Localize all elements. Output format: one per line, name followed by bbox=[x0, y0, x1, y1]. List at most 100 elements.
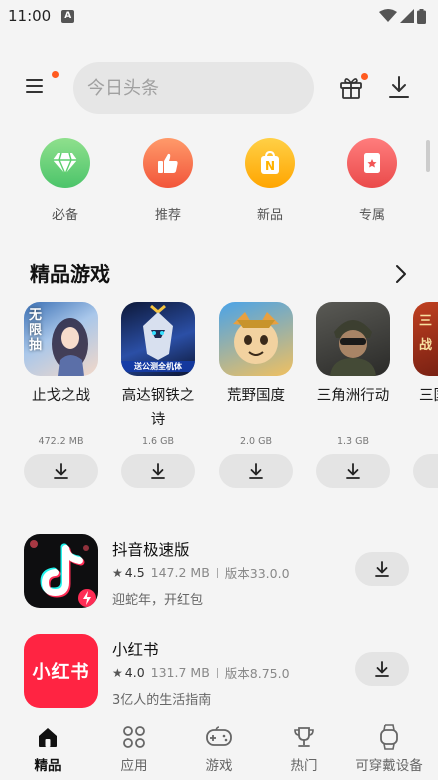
app-description: 迎蛇年，开红包 bbox=[112, 593, 204, 608]
download-button[interactable] bbox=[316, 454, 390, 488]
signal-icon bbox=[400, 9, 414, 23]
category-label: 必备 bbox=[51, 208, 78, 223]
game-card[interactable]: 送公测全机体 高达钢铁之诗 1.6 GB bbox=[121, 302, 195, 488]
search-input[interactable] bbox=[87, 77, 312, 99]
gamepad-icon bbox=[206, 726, 232, 746]
game-artwork bbox=[330, 320, 376, 376]
status-indicator: A bbox=[61, 9, 75, 23]
category-icon-bg: N bbox=[245, 138, 295, 188]
game-icon-text: 三战 bbox=[419, 314, 433, 353]
nav-wearables[interactable]: 可穿戴设备 bbox=[349, 724, 429, 774]
app-icon-text: 小红书 bbox=[32, 662, 90, 683]
game-name: 三国 bbox=[419, 388, 438, 404]
game-size: 2.0 GB bbox=[239, 436, 272, 447]
category-icon-bg bbox=[143, 138, 193, 188]
download-button[interactable] bbox=[355, 652, 409, 686]
app-icon bbox=[24, 534, 98, 608]
tiktok-logo bbox=[30, 540, 96, 607]
nav-label: 应用 bbox=[120, 758, 148, 774]
watch-icon bbox=[380, 724, 398, 750]
app-size: 131.7 MB bbox=[150, 665, 210, 680]
app-version: 版本33.0.0 bbox=[224, 566, 290, 581]
game-card[interactable]: 荒野国度 2.0 GB bbox=[219, 302, 293, 488]
download-icon bbox=[375, 661, 389, 677]
category-new[interactable]: N 新品 bbox=[230, 138, 310, 223]
download-button[interactable] bbox=[413, 454, 438, 488]
gift-button[interactable] bbox=[338, 73, 368, 102]
game-artwork bbox=[233, 312, 279, 364]
star-card-icon bbox=[364, 153, 380, 173]
download-button[interactable] bbox=[355, 552, 409, 586]
game-name: 荒野国度 bbox=[227, 388, 285, 404]
category-label: 推荐 bbox=[154, 208, 181, 223]
star-icon: ★ bbox=[112, 665, 123, 680]
category-exclusive[interactable]: 专属 bbox=[332, 138, 412, 223]
gift-icon bbox=[340, 78, 362, 99]
game-icon bbox=[316, 302, 390, 376]
scroll-indicator bbox=[426, 140, 430, 172]
diamond-icon bbox=[53, 152, 77, 175]
home-icon bbox=[39, 728, 57, 747]
app-icon: 小红书 bbox=[24, 634, 98, 708]
download-button[interactable] bbox=[24, 454, 98, 488]
section-title: 精品游戏 bbox=[30, 262, 110, 286]
game-name: 高达钢铁之诗 bbox=[121, 388, 195, 428]
category-essential[interactable]: 必备 bbox=[25, 138, 105, 223]
nav-apps[interactable]: 应用 bbox=[94, 724, 174, 774]
game-card[interactable]: 无限抽 止戈之战 472.2 MB bbox=[24, 302, 98, 488]
menu-button[interactable] bbox=[22, 71, 59, 102]
app-rating: 4.0 bbox=[124, 665, 145, 680]
app-size: 147.2 MB bbox=[150, 565, 210, 580]
apps-grid-icon bbox=[123, 726, 145, 748]
app-meta: ★ 4.0 131.7 MB 版本8.75.0 bbox=[112, 663, 290, 682]
nav-label: 游戏 bbox=[205, 758, 233, 774]
app-name: 小红书 bbox=[112, 641, 159, 659]
new-bag-icon: N bbox=[261, 151, 279, 174]
divider bbox=[216, 567, 218, 578]
app-rating: 4.5 bbox=[124, 565, 145, 580]
app-version: 版本8.75.0 bbox=[224, 666, 290, 681]
game-card[interactable]: 三战 三国 bbox=[413, 302, 438, 492]
app-meta: ★ 4.5 147.2 MB 版本33.0.0 bbox=[112, 563, 290, 582]
game-icon bbox=[219, 302, 293, 376]
chevron-right-icon bbox=[396, 265, 406, 283]
category-label: 新品 bbox=[256, 208, 283, 223]
top-bar bbox=[0, 62, 438, 114]
nav-label: 可穿戴设备 bbox=[355, 758, 423, 774]
nav-featured[interactable]: 精品 bbox=[8, 724, 88, 774]
section-more-button[interactable] bbox=[393, 263, 409, 285]
game-card[interactable]: 三角洲行动 1.3 GB bbox=[316, 302, 390, 488]
app-row[interactable]: 抖音极速版 ★ 4.5 147.2 MB 版本33.0.0 迎蛇年，开红包 bbox=[0, 534, 438, 614]
download-button[interactable] bbox=[121, 454, 195, 488]
status-icons bbox=[379, 8, 426, 24]
nav-games[interactable]: 游戏 bbox=[179, 724, 259, 774]
category-recommended[interactable]: 推荐 bbox=[128, 138, 208, 223]
game-size: 1.3 GB bbox=[336, 436, 369, 447]
menu-icon bbox=[26, 79, 43, 93]
nav-label: 热门 bbox=[290, 758, 318, 774]
game-size: 472.2 MB bbox=[38, 436, 84, 447]
download-manager-button[interactable] bbox=[386, 74, 412, 102]
download-button[interactable] bbox=[219, 454, 293, 488]
app-row[interactable]: 小红书 小红书 ★ 4.0 131.7 MB 版本8.75.0 3亿人的生活指南 bbox=[0, 634, 438, 714]
search-box[interactable] bbox=[73, 62, 314, 114]
game-size: 1.6 GB bbox=[141, 436, 174, 447]
gift-badge bbox=[361, 73, 368, 80]
download-icon bbox=[375, 561, 389, 577]
bottom-nav: 精品 应用 游戏 热门 可穿戴设备 bbox=[0, 718, 438, 780]
star-icon: ★ bbox=[112, 565, 123, 580]
thumbs-up-icon bbox=[158, 153, 178, 173]
download-icon bbox=[249, 463, 263, 479]
trophy-icon bbox=[294, 727, 314, 747]
category-icon-bg bbox=[347, 138, 397, 188]
nav-popular[interactable]: 热门 bbox=[264, 724, 344, 774]
game-icon-text: 无限抽 bbox=[29, 308, 43, 353]
game-name: 三角洲行动 bbox=[316, 388, 390, 404]
app-description: 3亿人的生活指南 bbox=[112, 693, 212, 708]
category-shortcuts: 必备 推荐 N 新品 专属 bbox=[0, 138, 438, 228]
nav-label: 精品 bbox=[34, 758, 62, 774]
game-icon: 三战 bbox=[413, 302, 438, 376]
game-icon: 无限抽 bbox=[24, 302, 98, 376]
download-icon bbox=[389, 76, 409, 98]
divider bbox=[216, 667, 218, 678]
